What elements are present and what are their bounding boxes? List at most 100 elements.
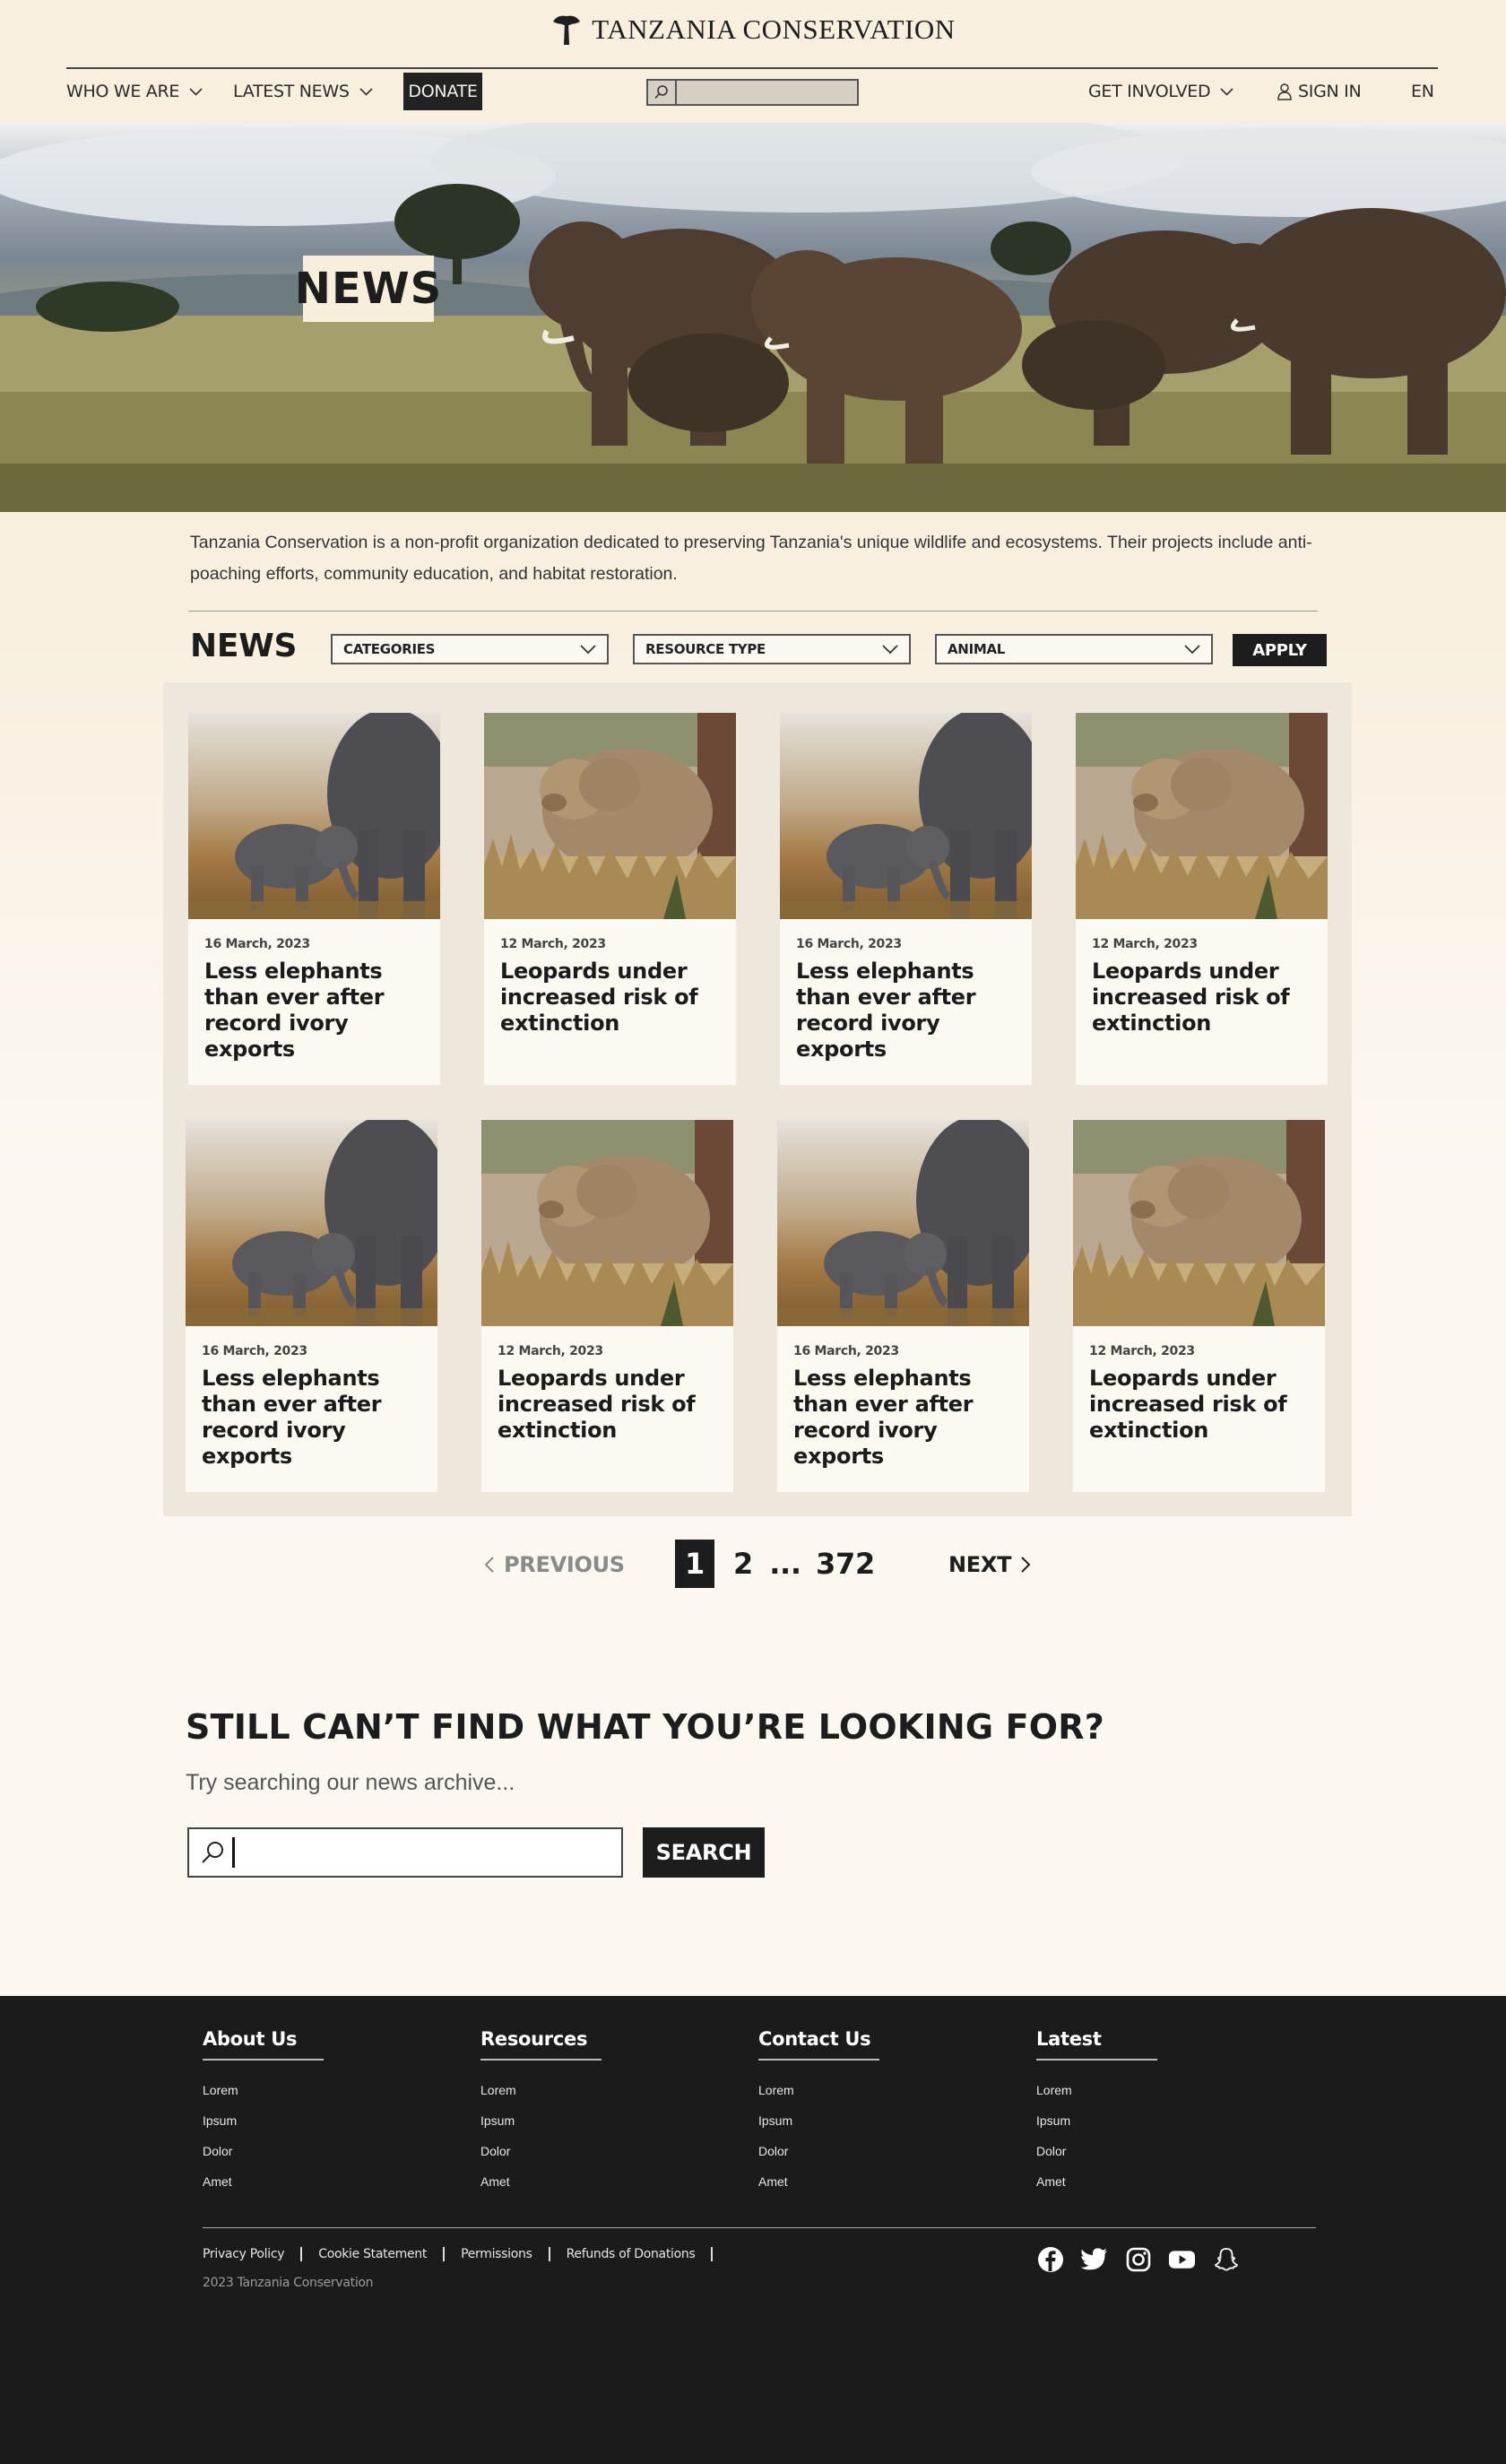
news-card-title[interactable]: Less elephants than ever after record iv… <box>202 1366 426 1470</box>
hero-news-badge: NEWS <box>295 256 441 322</box>
news-card-image[interactable] <box>481 1120 733 1326</box>
footer-link[interactable]: Lorem <box>480 2075 606 2105</box>
news-card-title[interactable]: Less elephants than ever after record iv… <box>796 959 1020 1063</box>
page-button-1[interactable]: 1 <box>675 1540 714 1588</box>
news-card-title[interactable]: Leopards under increased risk of extinct… <box>1089 1366 1313 1444</box>
news-card-image[interactable] <box>777 1120 1029 1326</box>
news-card[interactable]: 16 March, 2023 Less elephants than ever a… <box>188 713 440 1085</box>
categories-select[interactable]: CATEGORIES <box>331 634 609 664</box>
news-card[interactable]: 16 March, 2023 Less elephants than ever a… <box>777 1120 1029 1492</box>
footer-link[interactable]: Dolor <box>1036 2136 1162 2166</box>
news-card-title[interactable]: Less elephants than ever after record iv… <box>204 959 428 1063</box>
footer-link[interactable]: Lorem <box>758 2075 884 2105</box>
text-cursor <box>232 1837 235 1868</box>
nav-get-involved[interactable]: GET INVOLVED <box>1088 69 1234 114</box>
news-card[interactable]: 12 March, 2023 Leopards under increased r… <box>484 713 736 1085</box>
news-card-date: 16 March, 2023 <box>202 1344 307 1358</box>
next-page-label: NEXT <box>948 1552 1012 1577</box>
chevron-down-icon <box>1220 87 1233 96</box>
privacy-policy-link[interactable]: Privacy Policy <box>203 2247 285 2261</box>
footer-link[interactable]: Ipsum <box>203 2105 328 2136</box>
previous-page-button[interactable]: PREVIOUS <box>484 1552 625 1577</box>
footer-link[interactable]: Amet <box>758 2166 884 2197</box>
refunds-link[interactable]: Refunds of Donations <box>567 2247 696 2261</box>
next-page-button[interactable]: NEXT <box>948 1552 1031 1577</box>
sign-in-label: SIGN IN <box>1298 82 1362 101</box>
chevron-right-icon <box>1021 1557 1031 1573</box>
animal-select[interactable]: ANIMAL <box>935 634 1213 664</box>
archive-search-field[interactable] <box>187 1827 623 1878</box>
news-card-title[interactable]: Leopards under increased risk of extinct… <box>500 959 724 1037</box>
facebook-icon[interactable] <box>1036 2245 1064 2273</box>
resource-type-select-label: RESOURCE TYPE <box>645 641 766 657</box>
youtube-icon[interactable] <box>1168 2245 1196 2273</box>
header-search[interactable] <box>646 79 859 106</box>
footer-link[interactable]: Amet <box>480 2166 606 2197</box>
user-icon <box>1277 83 1292 100</box>
nav-latest-news[interactable]: LATEST NEWS <box>233 69 374 114</box>
brand[interactable]: TANZANIA CONSERVATION <box>0 13 1506 47</box>
chevron-down-icon <box>1184 645 1200 655</box>
footer-link[interactable]: Ipsum <box>480 2105 606 2136</box>
footer-link[interactable]: Amet <box>1036 2166 1162 2197</box>
page-button-372[interactable]: 372 <box>816 1540 875 1588</box>
resource-type-select[interactable]: RESOURCE TYPE <box>633 634 911 664</box>
news-card[interactable]: 16 March, 2023 Less elephants than ever a… <box>780 713 1032 1085</box>
header-search-input[interactable] <box>677 81 857 104</box>
news-card[interactable]: 12 March, 2023 Leopards under increased r… <box>481 1120 733 1492</box>
footer-column-title: About Us <box>203 2028 324 2061</box>
news-card-image[interactable] <box>186 1120 437 1326</box>
footer-link[interactable]: Amet <box>203 2166 328 2197</box>
news-card[interactable]: 12 March, 2023 Leopards under increased r… <box>1076 713 1328 1085</box>
news-card-image[interactable] <box>1073 1120 1325 1326</box>
news-card-date: 12 March, 2023 <box>1089 1344 1195 1358</box>
news-section-heading: NEWS <box>190 628 298 664</box>
news-card[interactable]: 12 March, 2023 Leopards under increased r… <box>1073 1120 1325 1492</box>
footer-link[interactable]: Ipsum <box>758 2105 884 2136</box>
news-card-image[interactable] <box>780 713 1032 919</box>
footer-column-contact: Contact Us Lorem Ipsum Dolor Amet <box>758 2028 884 2197</box>
footer-link[interactable]: Lorem <box>1036 2075 1162 2105</box>
news-card-date: 16 March, 2023 <box>204 937 310 951</box>
chevron-down-icon <box>580 645 596 655</box>
donate-button[interactable]: DONATE <box>403 73 482 110</box>
news-card-date: 12 March, 2023 <box>498 1344 603 1358</box>
hero-elephants-image <box>0 123 1506 512</box>
cookie-statement-link[interactable]: Cookie Statement <box>318 2247 427 2261</box>
site-header: TANZANIA CONSERVATION WHO WE ARE LATEST … <box>0 0 1506 123</box>
brand-title: TANZANIA CONSERVATION <box>592 13 956 45</box>
snapchat-icon[interactable] <box>1212 2245 1240 2273</box>
archive-heading: STILL CAN’T FIND WHAT YOU’RE LOOKING FOR… <box>186 1707 1105 1747</box>
news-card-image[interactable] <box>188 713 440 919</box>
footer-link[interactable]: Lorem <box>203 2075 328 2105</box>
categories-select-label: CATEGORIES <box>343 641 436 657</box>
news-card-image[interactable] <box>1076 713 1328 919</box>
chevron-down-icon <box>882 645 898 655</box>
apply-filters-button[interactable]: APPLY <box>1233 634 1327 666</box>
footer-link[interactable]: Dolor <box>480 2136 606 2166</box>
footer-column-title: Contact Us <box>758 2028 879 2061</box>
search-icon[interactable] <box>648 81 677 104</box>
pagination: PREVIOUS 1 2 ... 372 NEXT <box>0 1540 1506 1593</box>
instagram-icon[interactable] <box>1124 2245 1152 2273</box>
twitter-icon[interactable] <box>1080 2245 1108 2273</box>
footer-link[interactable]: Ipsum <box>1036 2105 1162 2136</box>
news-card-title[interactable]: Less elephants than ever after record iv… <box>793 1366 1017 1470</box>
footer-link[interactable]: Dolor <box>203 2136 328 2166</box>
page-button-2[interactable]: 2 <box>726 1540 760 1588</box>
chevron-down-icon <box>359 87 373 96</box>
archive-search-button[interactable]: SEARCH <box>643 1827 765 1878</box>
chevron-down-icon <box>189 87 203 96</box>
footer-column-title: Resources <box>480 2028 602 2061</box>
news-card-image[interactable] <box>484 713 736 919</box>
footer-link[interactable]: Dolor <box>758 2136 884 2166</box>
nav-who-we-are[interactable]: WHO WE ARE <box>66 69 203 114</box>
news-card[interactable]: 16 March, 2023 Less elephants than ever a… <box>186 1120 437 1492</box>
permissions-link[interactable]: Permissions <box>461 2247 532 2261</box>
sign-in-link[interactable]: SIGN IN <box>1277 69 1362 114</box>
section-divider <box>188 611 1318 612</box>
link-separator <box>548 2247 550 2261</box>
news-card-title[interactable]: Leopards under increased risk of extinct… <box>1092 959 1316 1037</box>
language-selector[interactable]: EN <box>1411 69 1434 114</box>
news-card-title[interactable]: Leopards under increased risk of extinct… <box>498 1366 722 1444</box>
